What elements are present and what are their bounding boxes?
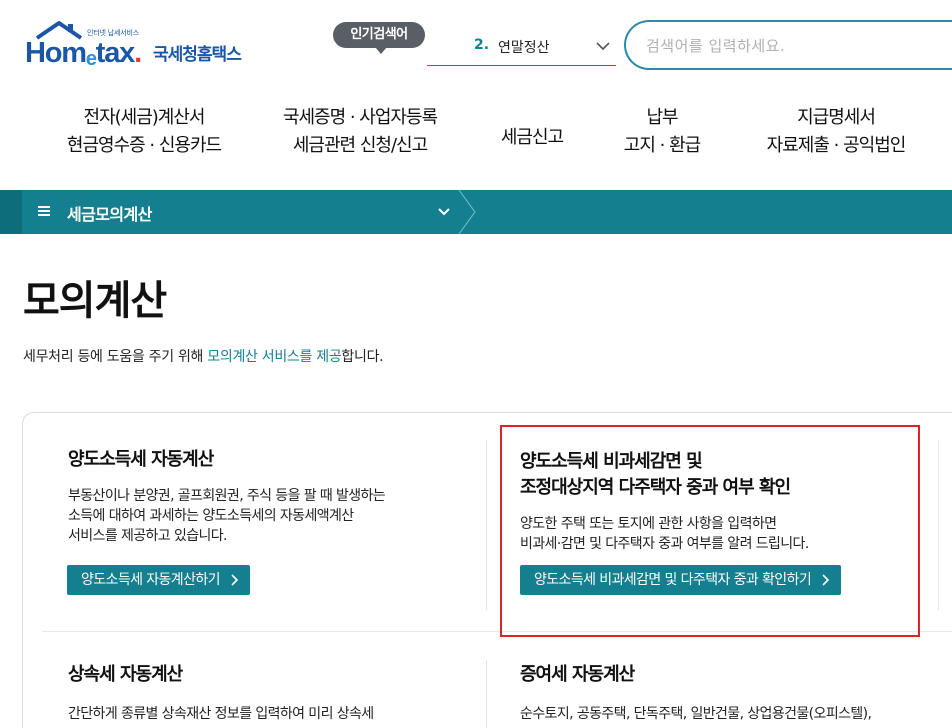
chevron-right-icon [231, 574, 239, 586]
search-input[interactable] [646, 34, 946, 58]
subnav-left-strip [0, 190, 22, 234]
card-desc: 소득에 대하여 과세하는 양도소득세의 자동세액계산 [68, 508, 354, 524]
logo-wordmark: Hometax. [25, 37, 142, 70]
sub-navigation-bar: 세금모의계산 [0, 190, 952, 234]
card-divider [938, 440, 939, 610]
search-box [624, 20, 952, 70]
card-divider [486, 660, 487, 728]
gnb-item-tax-filing[interactable]: 세금신고 [482, 124, 582, 152]
breadcrumb-separator-icon [458, 190, 476, 234]
subnav-title[interactable]: 세금모의계산 [67, 201, 152, 225]
site-header: 인터넷 납세서비스 Hometax. 국세청홈택스 인기검색어 2. 연말정산 [0, 0, 952, 90]
card-title-transfer-tax: 양도소득세 자동계산 [68, 449, 214, 470]
hometax-logo[interactable]: 인터넷 납세서비스 Hometax. 국세청홈택스 [25, 21, 265, 72]
gnb-item-payment[interactable]: 납부 고지 · 환급 [604, 104, 720, 160]
gnb-item-certificates[interactable]: 국세증명 · 사업자등록 세금관련 신청/신고 [258, 104, 462, 160]
popular-search-badge: 인기검색어 [333, 22, 425, 54]
popular-search-dropdown[interactable]: 2. 연말정산 [427, 28, 616, 66]
transfer-tax-calc-button[interactable]: 양도소득세 자동계산하기 [67, 565, 250, 595]
gnb-item-e-invoice[interactable]: 전자(세금)계산서 현금영수증 · 신용카드 [44, 104, 244, 160]
page-description: 세무처리 등에 도움을 주기 위해 모의계산 서비스를 제공합니다. [23, 349, 384, 365]
chevron-down-icon[interactable] [436, 205, 452, 219]
highlight-annotation-box [500, 425, 920, 637]
logo-korean-name: 국세청홈택스 [153, 45, 242, 65]
card-desc: 부동산이나 분양권, 골프회원권, 주식 등을 팔 때 발생하는 [68, 488, 386, 504]
card-desc: 간단하게 종류별 상속재산 정보를 입력하여 미리 상속세 [68, 706, 374, 722]
card-divider [486, 440, 487, 610]
card-title-inheritance-tax: 상속세 자동계산 [68, 664, 183, 685]
gnb-item-payment-statement[interactable]: 지급명세서 자료제출 · 공익법인 [746, 104, 926, 160]
card-title-gift-tax: 증여세 자동계산 [520, 664, 635, 685]
card-desc: 순수토지, 공동주택, 단독주택, 일반건물, 상업용건물(오피스텔), [520, 706, 872, 722]
page-title: 모의계산 [23, 278, 167, 324]
chevron-down-icon[interactable] [595, 38, 611, 54]
card-desc: 서비스를 제공하고 있습니다. [68, 528, 228, 544]
popular-term[interactable]: 연말정산 [498, 37, 550, 57]
popular-rank: 2. [474, 37, 490, 53]
hamburger-menu-icon[interactable] [38, 205, 50, 217]
main-navigation: 전자(세금)계산서 현금영수증 · 신용카드 국세증명 · 사업자등록 세금관련… [0, 104, 952, 174]
